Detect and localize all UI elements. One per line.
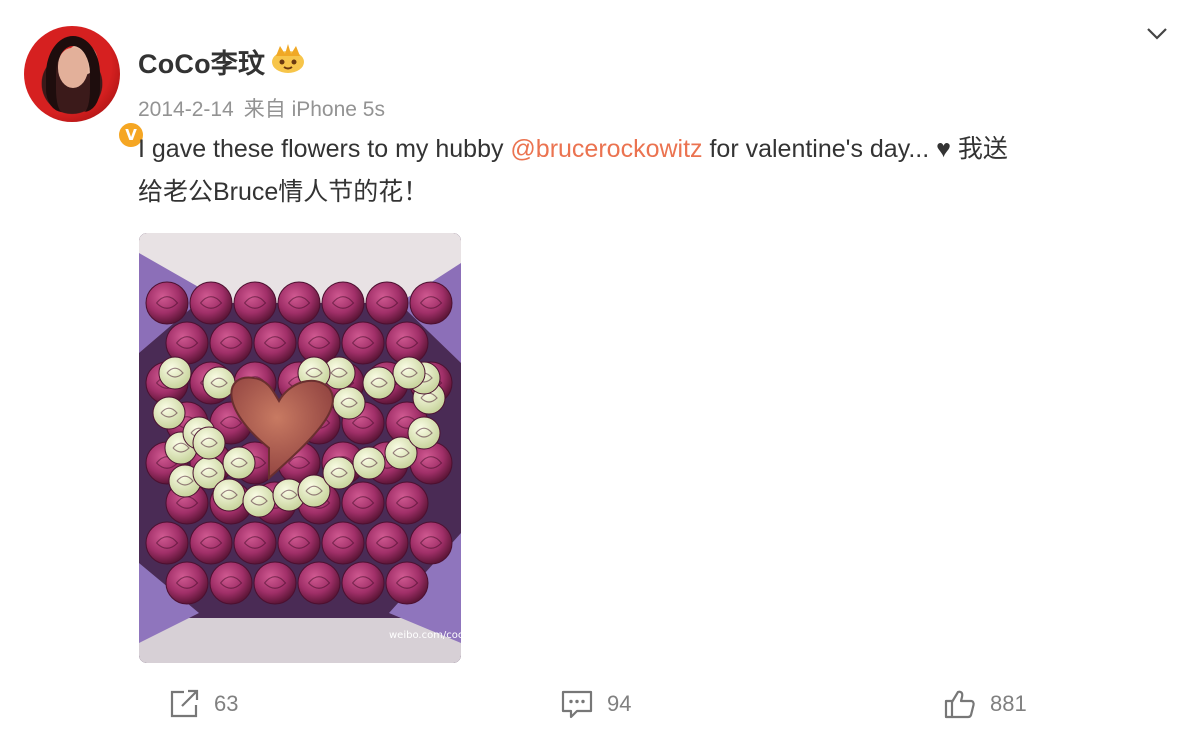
post-text-suffix: for valentine's day...	[702, 135, 937, 163]
post-text-chinese-2: 给老公Bruce情人节的花！	[138, 178, 429, 206]
like-button[interactable]: 881	[944, 680, 1027, 728]
post-text: I gave these flowers to my hubby @brucer…	[138, 128, 1168, 214]
comment-count: 94	[607, 691, 632, 716]
username[interactable]: CoCo李玟	[138, 42, 265, 81]
heart-icon: ♥	[936, 135, 951, 163]
watermark-text: weibo.com/cocolee	[389, 630, 461, 641]
post-date[interactable]: 2014-2-14	[138, 98, 234, 121]
post-text-chinese-1: 我送	[950, 135, 1008, 163]
flower-box-photo: weibo.com/cocolee	[139, 233, 461, 663]
repost-icon	[170, 689, 199, 718]
comment-icon	[561, 690, 593, 719]
avatar[interactable]: V	[24, 26, 146, 150]
repost-button[interactable]: 63	[168, 680, 238, 728]
post-source: 来自 iPhone 5s	[243, 98, 385, 121]
post-image[interactable]: weibo.com/cocolee	[139, 233, 461, 663]
like-count: 881	[990, 691, 1027, 716]
vip-crown-icon	[272, 44, 304, 73]
chevron-down-icon[interactable]	[1145, 24, 1169, 44]
mention-link[interactable]: @brucerockowitz	[510, 135, 702, 163]
like-icon	[944, 690, 975, 719]
action-bar: 63 94 881	[0, 680, 1200, 730]
weibo-post: V CoCo李玟 2014-2-14 来自 iPhone 5s I gave th…	[0, 0, 1200, 738]
post-meta: 2014-2-14 来自 iPhone 5s	[138, 93, 395, 123]
comment-button[interactable]: 94	[561, 680, 631, 728]
post-text-prefix: I gave these flowers to my hubby	[138, 135, 511, 163]
repost-count: 63	[214, 691, 239, 716]
